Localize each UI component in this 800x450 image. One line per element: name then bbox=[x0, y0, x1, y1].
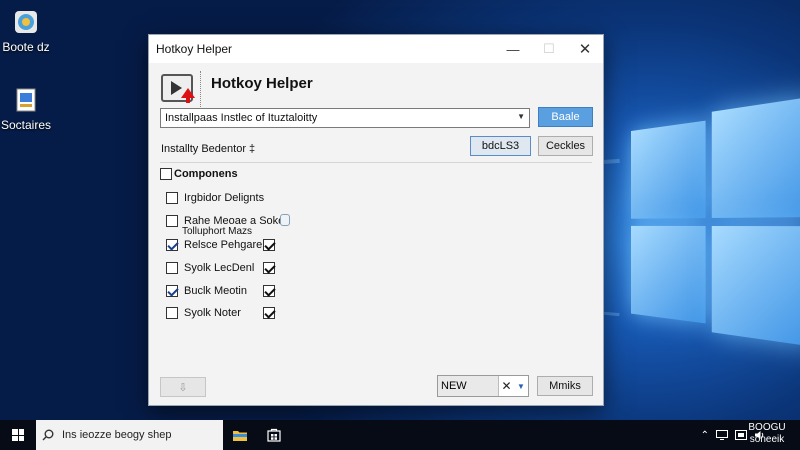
folder-icon bbox=[233, 431, 247, 441]
logo-pane bbox=[711, 96, 800, 218]
mmiks-button[interactable]: Mmiks bbox=[537, 376, 593, 396]
download-button[interactable]: ⇩ bbox=[160, 377, 206, 397]
header-divider bbox=[200, 71, 201, 107]
display-icon[interactable] bbox=[716, 430, 728, 440]
start-button[interactable] bbox=[0, 420, 36, 450]
component-label: Syolk Noter bbox=[184, 307, 241, 319]
components-checkbox[interactable] bbox=[160, 168, 172, 180]
logo-pane bbox=[630, 120, 706, 219]
tooltip-marker-icon bbox=[280, 214, 290, 226]
clock-line2: soneeik bbox=[749, 434, 785, 445]
desktop-icon-2[interactable]: Soctaires bbox=[0, 86, 56, 132]
arrow-stem bbox=[186, 97, 190, 103]
component-extra-checkbox[interactable] bbox=[263, 307, 275, 319]
hotkey-helper-window: Hotkoy Helper — ☐ ✕ Hotkoy Helper Instal… bbox=[148, 34, 604, 406]
install-path-value: Installpaas Instlec of Ituztaloitty bbox=[165, 112, 318, 124]
component-extra-checkbox[interactable] bbox=[263, 285, 275, 297]
component-label: Buclk Meotin bbox=[184, 285, 247, 297]
install-path-combobox[interactable]: Installpaas Instlec of Ituztaloitty ▼ bbox=[160, 108, 530, 128]
maximize-button[interactable]: ☐ bbox=[531, 35, 567, 63]
store-taskbar-button[interactable] bbox=[257, 420, 291, 450]
component-checkbox[interactable] bbox=[166, 192, 178, 204]
windows-logo-wallpaper bbox=[630, 96, 800, 347]
app-shortcut-icon bbox=[12, 8, 40, 36]
window-titlebar[interactable]: Hotkoy Helper — ☐ ✕ bbox=[149, 35, 603, 63]
browse-button[interactable]: Baale bbox=[538, 107, 593, 127]
component-label: Irgbidor Delignts bbox=[184, 192, 265, 204]
windows-icon bbox=[12, 429, 24, 441]
chevron-down-icon[interactable]: ▼ bbox=[517, 112, 525, 121]
component-checkbox[interactable] bbox=[166, 215, 178, 227]
component-subtext: Tolluphort Mazs bbox=[182, 226, 253, 237]
desktop-icon-1[interactable]: Boote dz bbox=[0, 8, 56, 54]
desktop-icon-label: Soctaires bbox=[0, 118, 52, 132]
app-shortcut-icon bbox=[12, 86, 40, 114]
store-icon bbox=[267, 428, 281, 442]
search-icon bbox=[42, 429, 54, 441]
component-extra-checkbox[interactable] bbox=[263, 239, 275, 251]
cookies-button[interactable]: Ceckles bbox=[538, 136, 593, 156]
action-button[interactable]: bdcLS3 bbox=[470, 136, 531, 156]
search-placeholder: Ins ieozze beogy shep bbox=[62, 429, 172, 441]
components-title: Componens bbox=[174, 168, 238, 180]
taskbar-clock[interactable]: BOOGU soneeik bbox=[740, 422, 794, 446]
clear-icon[interactable]: ✕ bbox=[498, 376, 514, 396]
footer-combobox[interactable]: NEW ✕ ▼ bbox=[437, 375, 529, 397]
desktop-icon-label: Boote dz bbox=[2, 40, 50, 54]
close-button[interactable]: ✕ bbox=[567, 35, 603, 63]
component-checkbox[interactable] bbox=[166, 262, 178, 274]
component-label: Syolk LecDenl bbox=[184, 262, 255, 274]
component-row[interactable]: Syolk LecDenl bbox=[166, 262, 275, 274]
component-checkbox[interactable] bbox=[166, 285, 178, 297]
footer-combo-value: NEW bbox=[441, 380, 467, 392]
component-extra-checkbox[interactable] bbox=[263, 262, 275, 274]
window-title: Hotkoy Helper bbox=[156, 42, 233, 56]
components-group-title[interactable]: Componens bbox=[160, 168, 238, 180]
chevron-down-icon[interactable]: ▼ bbox=[514, 376, 528, 396]
minimize-button[interactable]: — bbox=[495, 35, 531, 63]
component-checkbox[interactable] bbox=[166, 239, 178, 251]
chevron-up-icon[interactable]: ⌃ bbox=[701, 430, 709, 441]
divider bbox=[160, 162, 592, 163]
component-row[interactable]: Relsce Pehgarer bbox=[166, 239, 275, 251]
component-label: Relsce Pehgarer bbox=[184, 239, 266, 251]
app-logo-icon bbox=[161, 74, 195, 103]
component-row[interactable]: Buclk Meotin bbox=[166, 285, 275, 297]
logo-pane bbox=[711, 226, 800, 347]
taskbar: Ins ieozze beogy shep ⌃ BOOGU soneeik bbox=[0, 420, 800, 450]
file-explorer-taskbar-button[interactable] bbox=[223, 420, 257, 450]
component-row[interactable]: Irgbidor Delignts bbox=[166, 192, 264, 204]
component-checkbox[interactable] bbox=[166, 307, 178, 319]
install-label: Installty Bedentor ‡ bbox=[161, 143, 256, 155]
app-heading: Hotkoy Helper bbox=[211, 75, 313, 92]
clock-line1: BOOGU bbox=[748, 422, 786, 433]
component-row[interactable]: Syolk Noter bbox=[166, 307, 275, 319]
taskbar-search-box[interactable]: Ins ieozze beogy shep bbox=[36, 420, 223, 450]
logo-pane bbox=[630, 225, 706, 324]
